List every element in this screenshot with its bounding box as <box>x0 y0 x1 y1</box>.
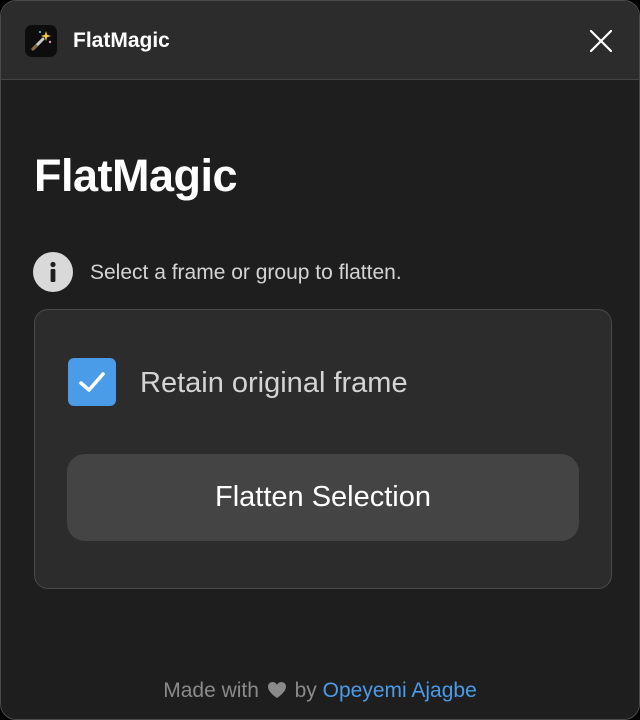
close-button[interactable] <box>583 23 619 59</box>
checkmark-icon <box>79 372 105 392</box>
author-link[interactable]: Opeyemi Ajagbe <box>323 679 477 702</box>
magic-wand-icon <box>25 25 57 57</box>
page-title: FlatMagic <box>34 150 238 201</box>
heart-icon <box>267 679 287 707</box>
options-panel: Retain original frame Flatten Selection <box>34 309 612 589</box>
window-title: FlatMagic <box>73 29 170 52</box>
footer-credit: Made with by Opeyemi Ajagbe <box>1 677 639 707</box>
title-bar: FlatMagic <box>1 1 639 80</box>
by-text: by <box>294 679 317 702</box>
retain-frame-label[interactable]: Retain original frame <box>140 366 408 400</box>
made-with-text: Made with <box>163 679 259 702</box>
info-icon <box>33 252 73 292</box>
info-message: Select a frame or group to flatten. <box>90 261 402 284</box>
close-icon <box>589 29 613 53</box>
retain-frame-checkbox[interactable] <box>68 358 116 406</box>
plugin-window: FlatMagic FlatMagic Select a frame or gr… <box>0 0 640 720</box>
flatten-selection-button[interactable]: Flatten Selection <box>67 454 579 541</box>
